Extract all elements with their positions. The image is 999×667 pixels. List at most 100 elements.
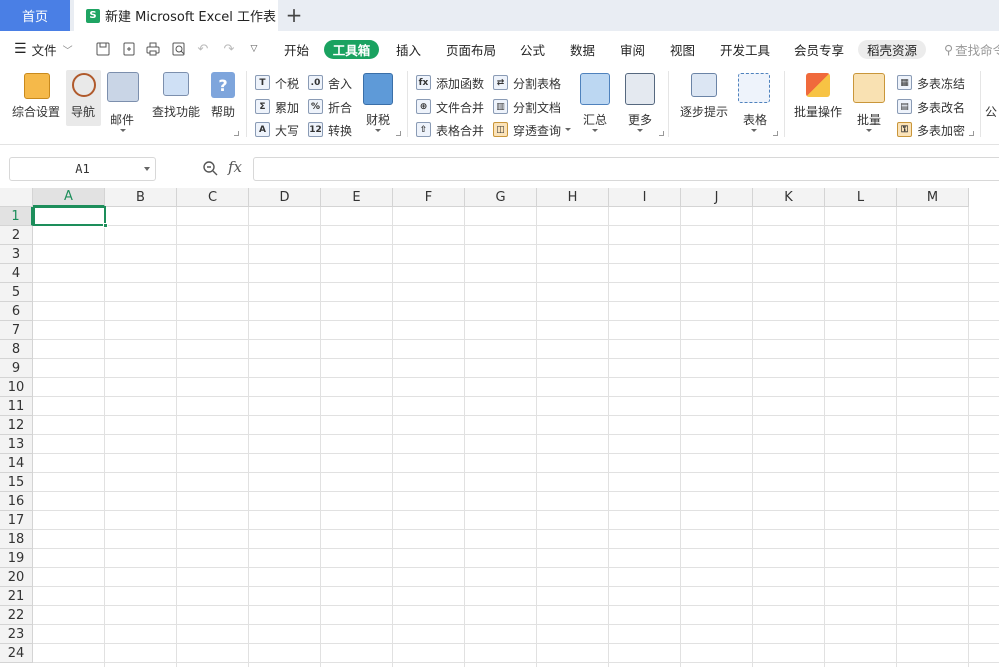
group-separator	[784, 71, 785, 137]
menu-item-start[interactable]: 开始	[284, 31, 309, 67]
row-header[interactable]: 23	[0, 625, 33, 644]
column-header[interactable]: M	[897, 188, 969, 207]
split-table-icon: ⇄	[493, 75, 508, 90]
chevron-down-icon	[751, 129, 757, 132]
add-function-icon: fx	[416, 75, 431, 90]
column-header[interactable]: G	[465, 188, 537, 207]
column-header[interactable]: F	[393, 188, 465, 207]
row-header[interactable]: 19	[0, 549, 33, 568]
name-box-value: A1	[75, 162, 90, 176]
tab-document-title: 新建 Microsoft Excel 工作表	[105, 10, 276, 25]
table-merge-icon: ⇧	[416, 122, 431, 137]
menu-item-view[interactable]: 视图	[670, 31, 695, 67]
group-expand-icon[interactable]	[659, 131, 664, 136]
summary-icon	[580, 73, 610, 105]
row-header[interactable]: 7	[0, 321, 33, 340]
spreadsheet-icon: S	[86, 8, 100, 23]
menu-bar: ☰ 文件 ﹀ ↶ ↷ ▽ 开始 工具箱 插入 页面布局 公式 数据 审阅 视图 …	[0, 31, 999, 67]
helm-icon	[72, 73, 96, 97]
group-expand-icon[interactable]	[396, 131, 401, 136]
group-expand-icon[interactable]	[969, 131, 974, 136]
insert-function-icon[interactable]: fx	[228, 158, 242, 176]
row-header[interactable]: 20	[0, 568, 33, 587]
search-command-label: 查找命令	[955, 42, 999, 58]
column-header[interactable]: K	[753, 188, 825, 207]
formula-input[interactable]	[253, 157, 999, 181]
row-header[interactable]: 6	[0, 302, 33, 321]
row-header[interactable]: 3	[0, 245, 33, 264]
name-box[interactable]: A1	[9, 157, 156, 181]
settings-icon	[24, 73, 50, 99]
hamburger-icon: ☰	[14, 41, 27, 57]
mail-icon	[107, 72, 139, 102]
row-header[interactable]: 14	[0, 454, 33, 473]
redo-icon[interactable]: ↷	[221, 41, 237, 57]
zoom-icon[interactable]	[202, 160, 218, 180]
row-header[interactable]: 18	[0, 530, 33, 549]
row-header[interactable]: 12	[0, 416, 33, 435]
column-header[interactable]: E	[321, 188, 393, 207]
row-header[interactable]: 13	[0, 435, 33, 454]
row-header[interactable]: 5	[0, 283, 33, 302]
new-tab-button[interactable]: +	[284, 3, 304, 27]
group-separator	[668, 71, 669, 137]
row-header[interactable]: 1	[0, 207, 33, 226]
cell-area[interactable]	[33, 207, 999, 667]
menu-item-data[interactable]: 数据	[570, 31, 595, 67]
menu-item-toolbox[interactable]: 工具箱	[324, 40, 379, 59]
group-expand-icon[interactable]	[773, 131, 778, 136]
undo-icon[interactable]: ↶	[195, 41, 211, 57]
fill-handle[interactable]	[103, 223, 108, 228]
chevron-down-icon	[565, 128, 571, 131]
group-separator	[980, 71, 981, 137]
menu-item-member[interactable]: 会员专享	[794, 31, 844, 67]
chevron-down-icon[interactable]: ▽	[246, 41, 262, 57]
row-header[interactable]: 17	[0, 511, 33, 530]
help-icon: ?	[211, 72, 235, 98]
column-header[interactable]: I	[609, 188, 681, 207]
tab-document[interactable]: S 新建 Microsoft Excel 工作表	[74, 0, 278, 31]
row-header[interactable]: 22	[0, 606, 33, 625]
find-function-icon	[163, 72, 189, 96]
save-icon[interactable]	[95, 41, 111, 57]
menu-item-formula[interactable]: 公式	[520, 31, 545, 67]
menu-item-developer[interactable]: 开发工具	[720, 31, 770, 67]
export-pdf-icon[interactable]	[121, 41, 137, 57]
uppercase-icon: A	[255, 122, 270, 137]
column-header[interactable]: B	[105, 188, 177, 207]
print-icon[interactable]	[145, 41, 161, 57]
chevron-down-icon	[866, 129, 872, 132]
row-header[interactable]: 16	[0, 492, 33, 511]
menu-item-docer[interactable]: 稻壳资源	[858, 40, 926, 59]
row-header[interactable]: 24	[0, 644, 33, 663]
selected-cell[interactable]	[33, 206, 108, 228]
tab-home[interactable]: 首页	[0, 0, 70, 31]
chevron-down-icon[interactable]	[144, 167, 150, 171]
row-header[interactable]: 21	[0, 587, 33, 606]
row-header[interactable]: 10	[0, 378, 33, 397]
print-preview-icon[interactable]	[171, 41, 187, 57]
group-expand-icon[interactable]	[234, 131, 239, 136]
row-header[interactable]: 9	[0, 359, 33, 378]
split-doc-icon: ▥	[493, 99, 508, 114]
menu-item-review[interactable]: 审阅	[620, 31, 645, 67]
menu-item-insert[interactable]: 插入	[396, 31, 421, 67]
row-header[interactable]: 8	[0, 340, 33, 359]
formula-group-label[interactable]: 公	[985, 103, 997, 120]
row-header[interactable]: 2	[0, 226, 33, 245]
row-header[interactable]: 11	[0, 397, 33, 416]
column-header[interactable]: J	[681, 188, 753, 207]
menu-item-page-layout[interactable]: 页面布局	[446, 31, 496, 67]
column-header[interactable]: A	[33, 188, 105, 207]
file-menu[interactable]: ☰ 文件 ﹀	[14, 31, 73, 67]
row-header[interactable]: 15	[0, 473, 33, 492]
column-header[interactable]: L	[825, 188, 897, 207]
file-merge-icon: ⊕	[416, 99, 431, 114]
column-header[interactable]: H	[537, 188, 609, 207]
column-header[interactable]: C	[177, 188, 249, 207]
row-header[interactable]: 4	[0, 264, 33, 283]
step-hint-icon	[691, 73, 717, 97]
select-all-corner[interactable]	[0, 188, 33, 207]
search-command[interactable]: ⚲ 查找命令	[944, 31, 999, 67]
column-header[interactable]: D	[249, 188, 321, 207]
